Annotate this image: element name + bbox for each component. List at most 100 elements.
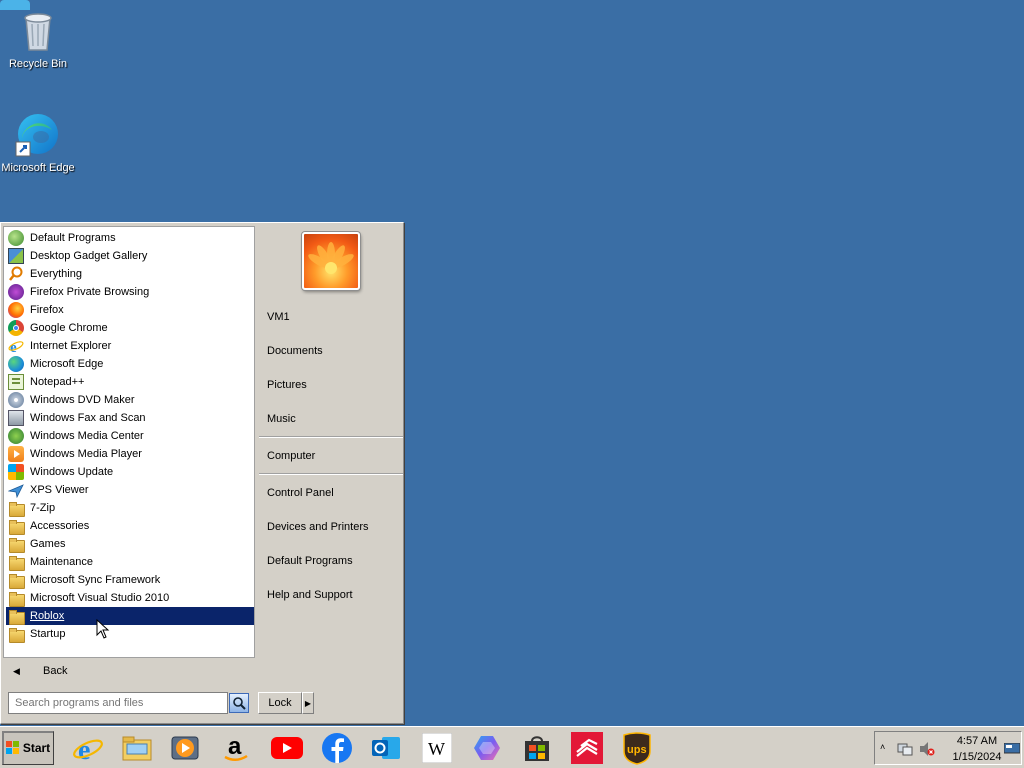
gadget-gallery-icon	[8, 248, 24, 264]
taskbar-facebook[interactable]	[320, 731, 354, 765]
menu-devices-and-printers[interactable]: Devices and Printers	[259, 516, 403, 538]
program-windows-media-player[interactable]: Windows Media Player	[6, 445, 254, 463]
desktop-icon-label: Microsoft Edge	[1, 162, 75, 174]
edge-icon	[8, 356, 24, 372]
menu-separator	[259, 436, 403, 438]
all-programs-list: Default Programs Desktop Gadget Gallery …	[3, 226, 255, 658]
desktop-icon-microsoft-edge[interactable]: Microsoft Edge	[0, 110, 76, 174]
folder-icon	[8, 626, 25, 643]
program-folder-accessories[interactable]: Accessories	[6, 517, 254, 535]
taskbar-bank-of-america[interactable]	[570, 731, 604, 765]
svg-text:a: a	[228, 733, 242, 760]
firefox-private-icon	[8, 284, 24, 300]
program-xps-viewer[interactable]: XPS Viewer	[6, 481, 254, 499]
taskbar-file-explorer[interactable]	[120, 731, 154, 765]
program-folder-roblox[interactable]: Roblox	[6, 607, 254, 625]
taskbar-amazon[interactable]: a	[219, 731, 253, 765]
program-microsoft-edge[interactable]: Microsoft Edge	[6, 355, 254, 373]
lock-button[interactable]: Lock	[258, 692, 302, 714]
menu-help-and-support[interactable]: Help and Support	[259, 584, 403, 606]
taskbar-outlook[interactable]	[369, 731, 403, 765]
taskbar-store[interactable]	[520, 731, 554, 765]
media-player-icon	[8, 446, 24, 462]
start-button[interactable]: Start	[2, 731, 54, 765]
search-icon	[233, 697, 246, 710]
taskbar-youtube[interactable]	[270, 731, 304, 765]
firefox-icon	[8, 302, 24, 318]
taskbar-ups[interactable]: ups	[620, 731, 654, 765]
taskbar-copilot[interactable]	[470, 731, 504, 765]
taskbar-wikipedia[interactable]: W	[420, 731, 454, 765]
program-google-chrome[interactable]: Google Chrome	[6, 319, 254, 337]
program-firefox[interactable]: Firefox	[6, 301, 254, 319]
menu-pictures[interactable]: Pictures	[259, 374, 403, 396]
notepadpp-icon	[8, 374, 24, 390]
svg-text:ups: ups	[627, 744, 647, 756]
folder-icon	[8, 590, 25, 607]
search-button[interactable]	[229, 693, 249, 713]
menu-music[interactable]: Music	[259, 408, 403, 430]
program-everything[interactable]: Everything	[6, 265, 254, 283]
folder-icon	[8, 500, 25, 517]
clock-date[interactable]: 1/15/2024	[949, 751, 1005, 763]
menu-control-panel[interactable]: Control Panel	[259, 482, 403, 504]
program-windows-fax-and-scan[interactable]: Windows Fax and Scan	[6, 409, 254, 427]
user-avatar[interactable]	[302, 232, 360, 290]
facebook-icon	[322, 733, 352, 763]
program-folder-startup[interactable]: Startup	[6, 625, 254, 643]
program-folder-games[interactable]: Games	[6, 535, 254, 553]
volume-muted-icon[interactable]	[919, 741, 935, 757]
program-notepadpp[interactable]: Notepad++	[6, 373, 254, 391]
program-folder-7zip[interactable]: 7-Zip	[6, 499, 254, 517]
start-menu: Default Programs Desktop Gadget Gallery …	[0, 222, 404, 724]
edge-icon	[14, 110, 62, 158]
show-desktop-icon[interactable]	[1004, 743, 1020, 755]
network-icon[interactable]	[897, 741, 913, 757]
program-internet-explorer[interactable]: e Internet Explorer	[6, 337, 254, 356]
windows-update-icon	[8, 464, 24, 480]
program-firefox-private-browsing[interactable]: Firefox Private Browsing	[6, 283, 254, 301]
copilot-icon	[474, 736, 500, 760]
program-default-programs[interactable]: Default Programs	[6, 229, 254, 247]
shutdown-options-button[interactable]: ▶	[302, 692, 314, 714]
clock-time[interactable]: 4:57 AM	[955, 735, 999, 747]
program-folder-visual-studio-2010[interactable]: Microsoft Visual Studio 2010	[6, 589, 254, 607]
ups-icon: ups	[623, 732, 651, 765]
windows-flag-icon	[5, 741, 20, 755]
program-windows-dvd-maker[interactable]: Windows DVD Maker	[6, 391, 254, 409]
program-windows-media-center[interactable]: Windows Media Center	[6, 427, 254, 445]
program-windows-update[interactable]: Windows Update	[6, 463, 254, 481]
menu-user-folder[interactable]: VM1	[259, 306, 403, 328]
xps-viewer-icon	[7, 482, 24, 499]
desktop-icon-recycle-bin[interactable]: Recycle Bin	[0, 6, 76, 70]
program-folder-microsoft-sync-framework[interactable]: Microsoft Sync Framework	[6, 571, 254, 589]
system-tray: ˄ 4:57 AM 1/15/2024	[874, 731, 1022, 765]
bank-of-america-icon	[571, 732, 603, 764]
flower-avatar-icon	[308, 242, 354, 274]
program-desktop-gadget-gallery[interactable]: Desktop Gadget Gallery	[6, 247, 254, 265]
taskbar-media-player[interactable]	[168, 731, 202, 765]
svg-text:e: e	[78, 735, 90, 764]
folder-icon	[8, 518, 25, 535]
taskbar: Start e a W ups ˄ 4:57 AM 1/15/2024	[0, 726, 1024, 768]
folder-icon	[8, 554, 25, 571]
show-hidden-icons-icon[interactable]: ˄	[880, 742, 885, 752]
program-folder-maintenance[interactable]: Maintenance	[6, 553, 254, 571]
back-arrow-icon: ◀	[13, 665, 20, 676]
search-input[interactable]	[8, 692, 228, 714]
ie-icon: e	[8, 338, 24, 356]
recycle-bin-icon	[14, 6, 62, 54]
chevron-right-icon: ▶	[304, 698, 312, 708]
back-button[interactable]: ◀ Back	[3, 660, 255, 682]
desktop-icon-label: Recycle Bin	[8, 58, 68, 70]
folder-icon	[8, 536, 25, 553]
taskbar-internet-explorer[interactable]: e	[71, 731, 105, 765]
menu-default-programs[interactable]: Default Programs	[259, 550, 403, 572]
everything-search-icon	[8, 266, 24, 282]
internet-explorer-icon: e	[73, 735, 103, 764]
menu-documents[interactable]: Documents	[259, 340, 403, 362]
file-explorer-icon	[122, 736, 152, 761]
menu-computer[interactable]: Computer	[259, 445, 403, 467]
media-player-icon	[171, 736, 199, 760]
youtube-icon	[271, 737, 303, 759]
